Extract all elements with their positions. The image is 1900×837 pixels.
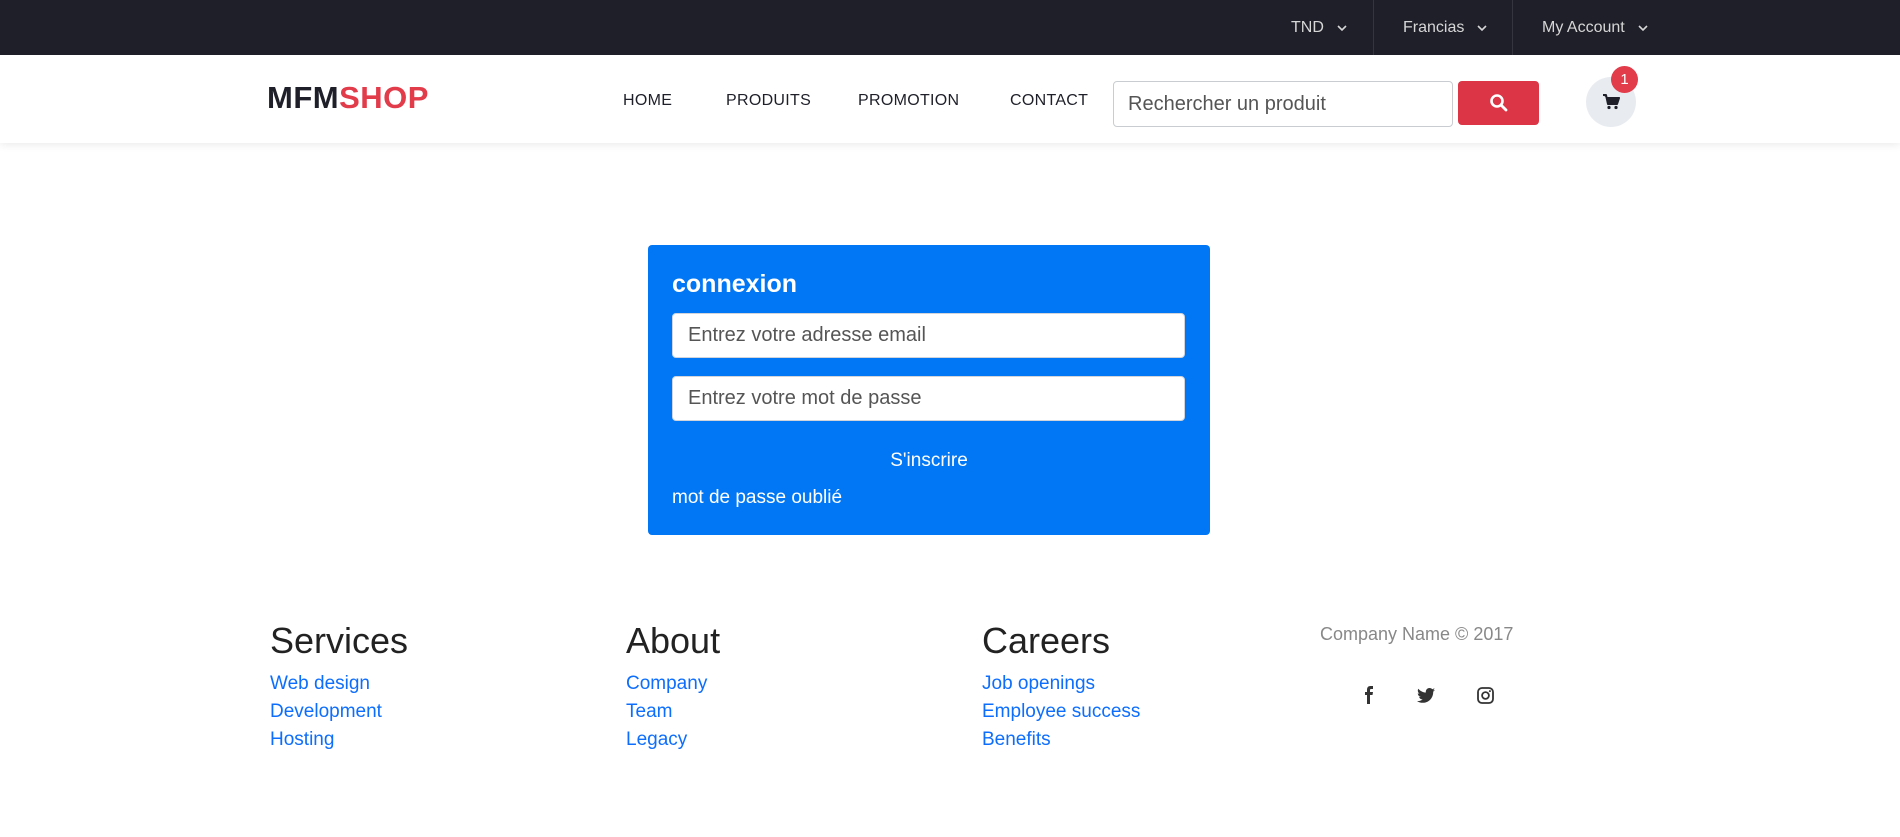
- signup-button[interactable]: S'inscrire: [648, 450, 1210, 472]
- currency-label: TND: [1291, 18, 1324, 36]
- language-selector[interactable]: Francias: [1403, 0, 1488, 55]
- twitter-icon[interactable]: [1414, 683, 1438, 707]
- email-field[interactable]: [672, 313, 1185, 358]
- footer-link[interactable]: Employee success: [982, 698, 1140, 726]
- top-bar: TND Francias My Account: [0, 0, 1900, 55]
- divider: [1373, 0, 1374, 55]
- site-logo[interactable]: MFMSHOP: [267, 80, 429, 116]
- footer-link[interactable]: Legacy: [626, 726, 720, 754]
- login-card: connexion S'inscrire mot de passe oublié: [648, 245, 1210, 535]
- main-header: MFMSHOP HOME PRODUITS PROMOTION CONTACT …: [0, 55, 1900, 143]
- account-label: My Account: [1542, 18, 1625, 36]
- footer-heading: Services: [270, 620, 409, 661]
- footer-heading: About: [626, 620, 721, 661]
- account-menu[interactable]: My Account: [1542, 0, 1649, 55]
- chevron-down-icon: [1638, 24, 1648, 31]
- footer-heading: Careers: [982, 620, 1111, 661]
- divider: [1512, 0, 1513, 55]
- logo-text-shop: SHOP: [339, 80, 429, 115]
- footer-link[interactable]: Job openings: [982, 670, 1140, 698]
- logo-text-mfm: MFM: [267, 80, 340, 115]
- footer-column-careers: Careers Job openings Employee success Be…: [982, 620, 1140, 754]
- footer-column-about: About Company Team Legacy: [626, 620, 720, 754]
- instagram-icon[interactable]: [1473, 683, 1497, 707]
- facebook-icon[interactable]: [1357, 683, 1381, 707]
- search-button[interactable]: [1458, 81, 1539, 125]
- currency-selector[interactable]: TND: [1291, 0, 1348, 55]
- password-field[interactable]: [672, 376, 1185, 421]
- footer-link[interactable]: Team: [626, 698, 720, 726]
- nav-home[interactable]: HOME: [623, 91, 672, 111]
- chevron-down-icon: [1337, 24, 1347, 31]
- footer-link[interactable]: Benefits: [982, 726, 1140, 754]
- cart-count-badge: 1: [1611, 66, 1638, 93]
- nav-promotion[interactable]: PROMOTION: [858, 91, 959, 111]
- footer-link[interactable]: Development: [270, 698, 408, 726]
- search-input[interactable]: [1113, 81, 1453, 127]
- chevron-down-icon: [1477, 24, 1487, 31]
- footer-link[interactable]: Web design: [270, 670, 408, 698]
- forgot-password-link[interactable]: mot de passe oublié: [672, 487, 842, 509]
- login-title: connexion: [672, 270, 798, 298]
- nav-contact[interactable]: CONTACT: [1010, 91, 1088, 111]
- search-icon: [1489, 94, 1507, 112]
- shopping-cart-icon: [1603, 94, 1620, 110]
- nav-produits[interactable]: PRODUITS: [726, 91, 811, 111]
- footer-link[interactable]: Company: [626, 670, 720, 698]
- copyright-text: Company Name © 2017: [1320, 624, 1514, 644]
- language-label: Francias: [1403, 18, 1465, 36]
- footer-link[interactable]: Hosting: [270, 726, 408, 754]
- footer-column-services: Services Web design Development Hosting: [270, 620, 408, 754]
